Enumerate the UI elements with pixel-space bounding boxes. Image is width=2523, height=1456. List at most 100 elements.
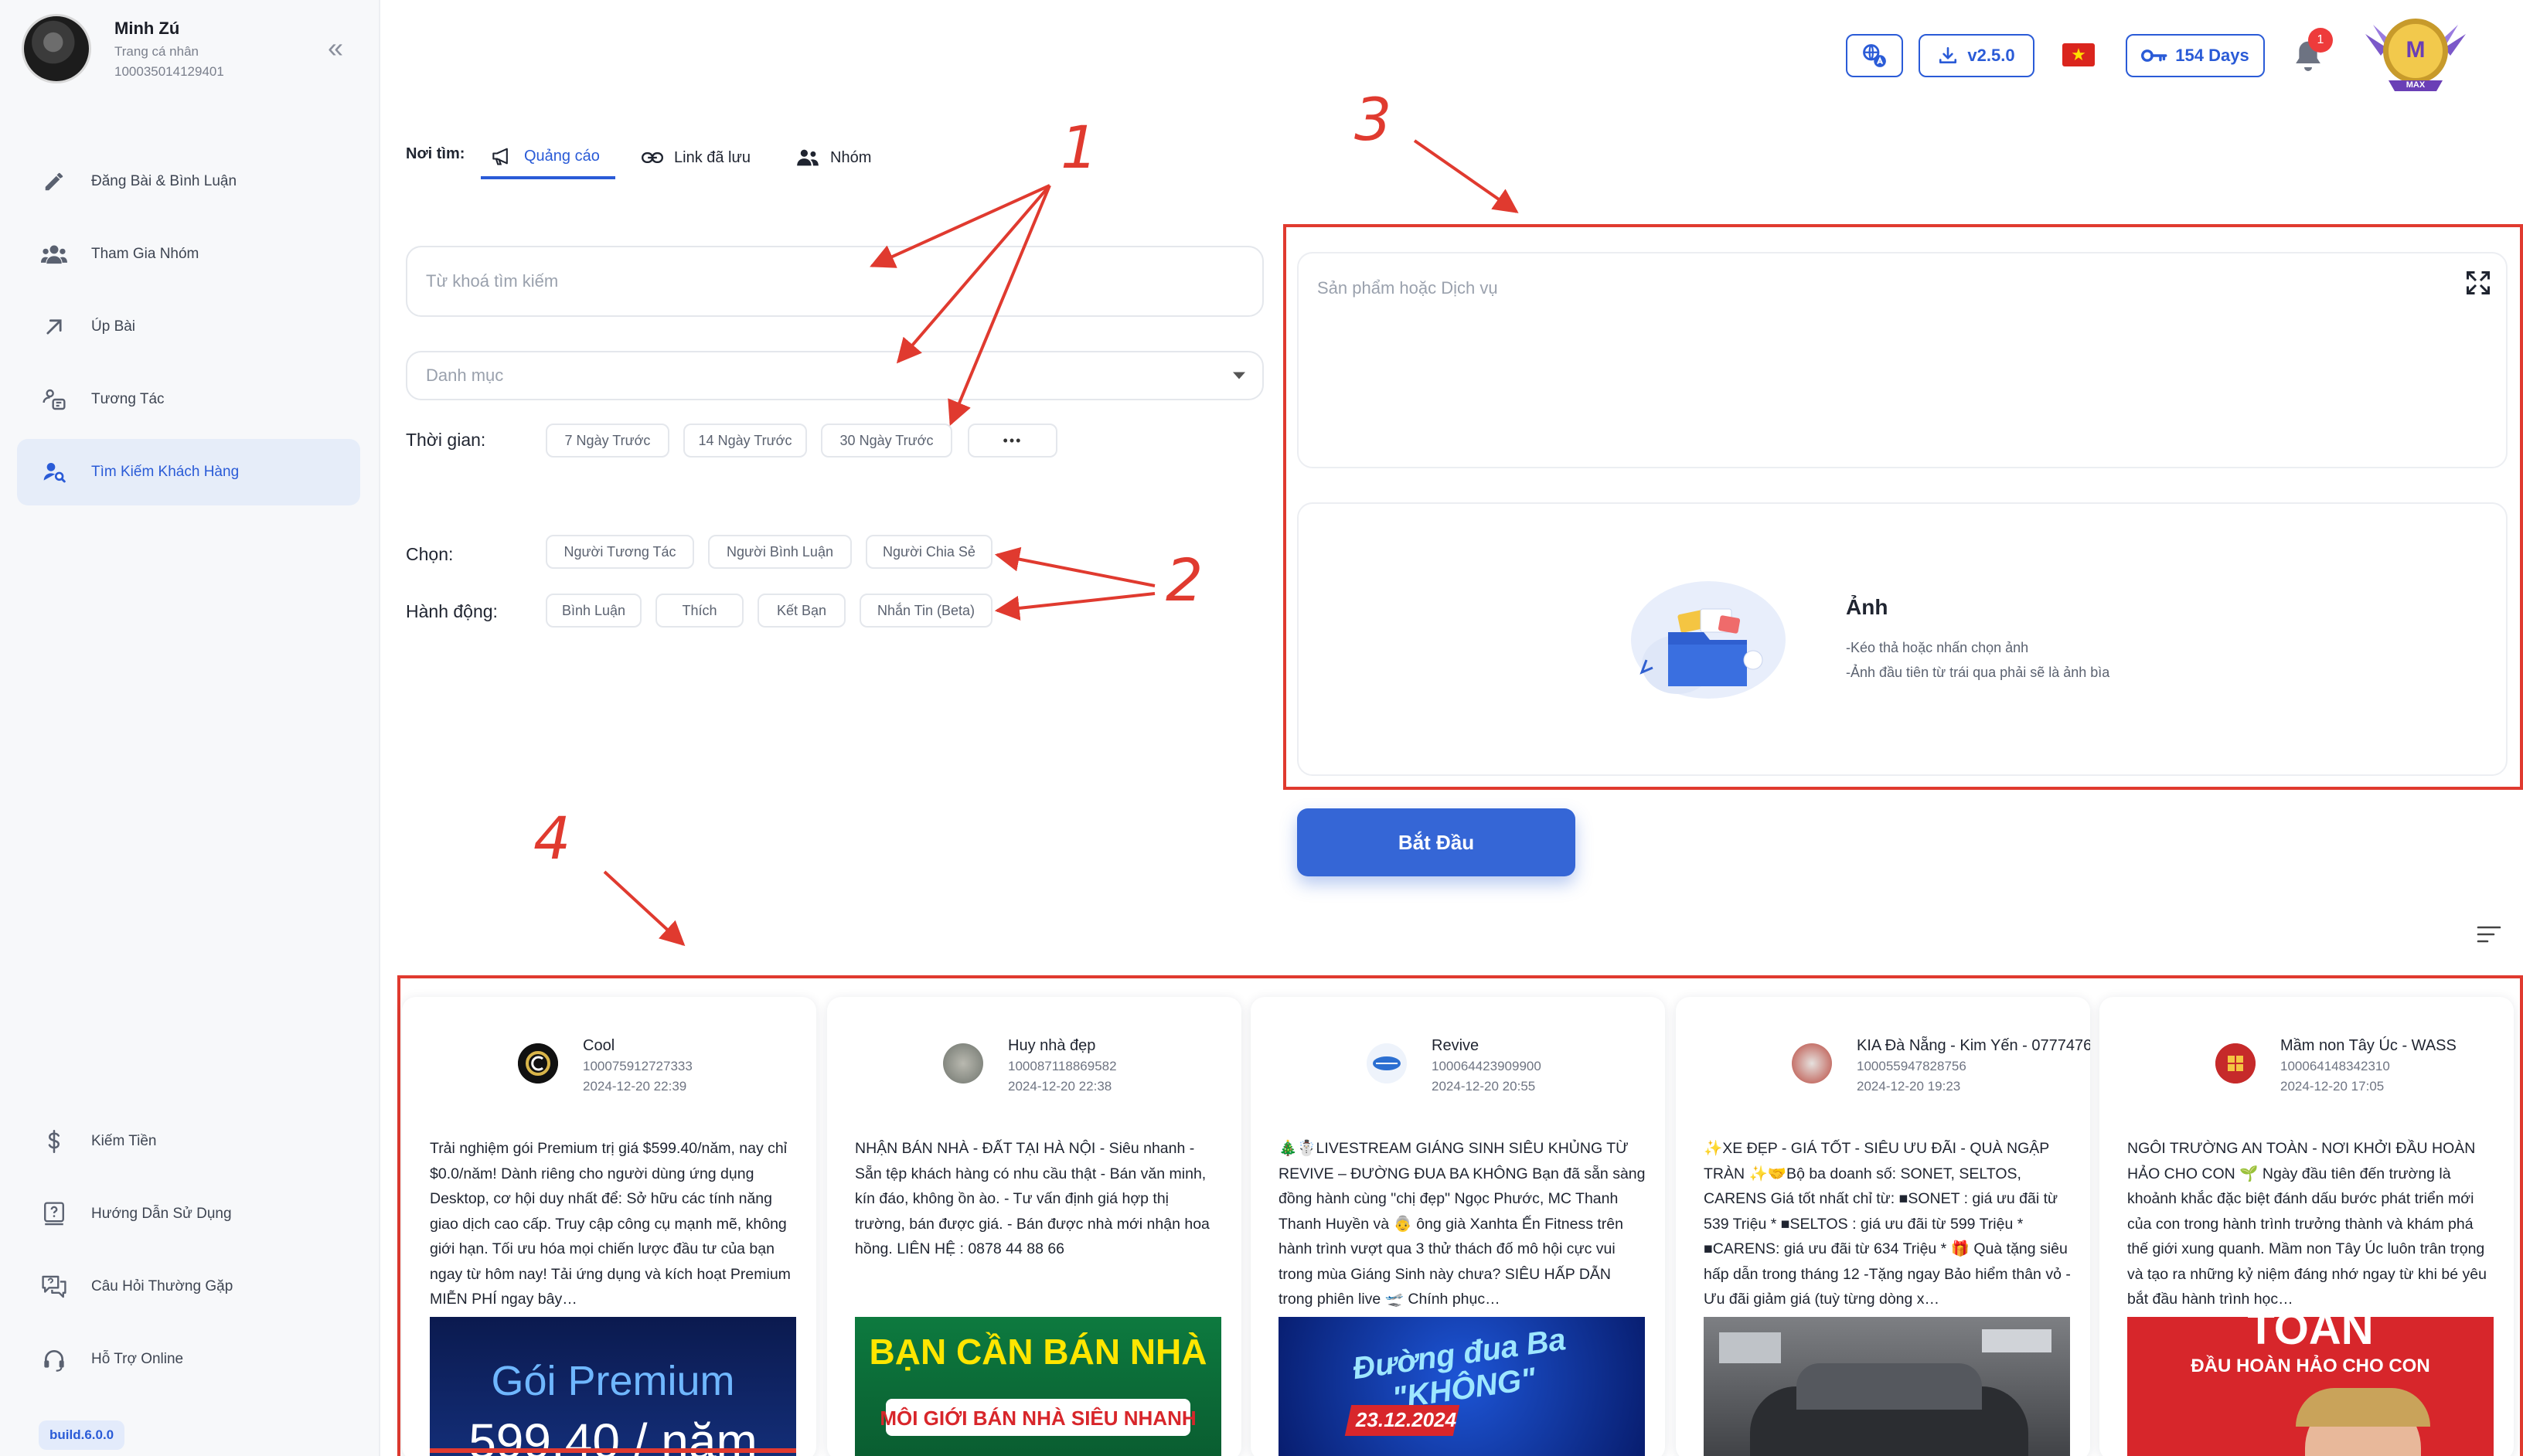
- translate-button[interactable]: [1846, 34, 1903, 77]
- faq-icon: [37, 1270, 71, 1304]
- author-id: 100064148342310: [2280, 1059, 2390, 1073]
- post-date: 2024-12-20 19:23: [1857, 1079, 1961, 1094]
- action-option-comment[interactable]: Bình Luận: [546, 594, 642, 628]
- tab-nhom[interactable]: Nhóm: [796, 136, 871, 179]
- key-icon: [2141, 49, 2167, 62]
- collapse-sidebar-icon[interactable]: «: [328, 34, 343, 62]
- medal-label: MAX: [2406, 80, 2426, 90]
- translate-icon: [1863, 44, 1886, 67]
- sidebar-item-label: Kiếm Tiền: [91, 1133, 157, 1149]
- annotation-label-3: 3: [1354, 85, 1392, 154]
- expand-icon[interactable]: [2464, 269, 2492, 297]
- product-service-textarea[interactable]: Sản phẩm hoặc Dịch vụ: [1297, 252, 2508, 468]
- post-text: ✨XE ĐẸP - GIÁ TỐT - SIÊU ƯU ĐÃI - QUÀ NG…: [1704, 1140, 2071, 1308]
- tab-label: Nhóm: [830, 148, 872, 166]
- app-root: Minh Zú Trang cá nhân 100035014129401 « …: [0, 0, 2523, 1456]
- post-date: 2024-12-20 17:05: [2280, 1079, 2385, 1094]
- post-image-title: BẠN CẦN BÁN NHÀ: [869, 1332, 1207, 1372]
- time-more-options-button[interactable]: •••: [968, 424, 1057, 458]
- sidebar-item-tim-kiem-khach-hang[interactable]: Tìm Kiếm Khách Hàng: [17, 439, 360, 505]
- time-option-14-days[interactable]: 14 Ngày Trước: [683, 424, 807, 458]
- post-card[interactable]: Revive 100064423909900 2024-12-20 20:55 …: [1251, 997, 1665, 1456]
- arrow-up-right-icon: [37, 310, 71, 344]
- post-image: TOÀN ĐẦU HOÀN HẢO CHO CON: [2127, 1317, 2494, 1456]
- avatar: [1792, 1043, 1832, 1083]
- post-text: NHẬN BÁN NHÀ - ĐẤT TẠI HÀ NỘI - Siêu nha…: [855, 1140, 1210, 1257]
- post-card[interactable]: Mầm non Tây Úc - WASS 100064148342310 20…: [2099, 997, 2514, 1456]
- post-image: Đường đua Ba "KHÔNG" 23.12.2024: [1279, 1317, 1645, 1456]
- action-option-like[interactable]: Thích: [655, 594, 744, 628]
- author-name: KIA Đà Nẵng - Kim Yến - 0777476771: [1857, 1037, 2090, 1054]
- sidebar-item-label: Đăng Bài & Bình Luận: [91, 173, 237, 189]
- profile-id: 100035014129401: [114, 63, 224, 79]
- avatar: [518, 1043, 558, 1083]
- author-id: 100075912727333: [583, 1059, 693, 1073]
- avatar: [2215, 1043, 2256, 1083]
- avatar: [1367, 1043, 1407, 1083]
- upload-instruction-2: -Ảnh đầu tiên từ trái qua phải sẽ là ảnh…: [1846, 665, 2110, 680]
- choose-option-commented[interactable]: Người Bình Luận: [708, 535, 852, 569]
- sidebar-item-kiem-tien[interactable]: Kiếm Tiền: [17, 1108, 360, 1175]
- post-card[interactable]: Huy nhà đẹp 100087118869582 2024-12-20 2…: [827, 997, 1241, 1456]
- headset-icon: [37, 1342, 71, 1376]
- post-text: NGÔI TRƯỜNG AN TOÀN - NƠI KHỞI ĐẦU HOÀN …: [2127, 1140, 2487, 1308]
- group-icon: [797, 149, 819, 166]
- keyword-search-input[interactable]: Từ khoá tìm kiếm: [406, 246, 1264, 317]
- license-days-label: 154 Days: [2175, 46, 2249, 65]
- chevron-down-icon: [1233, 372, 1245, 379]
- vietnam-flag-icon[interactable]: ★: [2062, 43, 2095, 66]
- author-name: Mầm non Tây Úc - WASS: [2280, 1037, 2457, 1054]
- upload-title: Ảnh: [1846, 595, 1888, 619]
- action-label: Hành động:: [406, 601, 498, 621]
- category-select[interactable]: Danh mục: [406, 351, 1264, 400]
- tab-label: Quảng cáo: [524, 147, 600, 165]
- profile[interactable]: Minh Zú Trang cá nhân 100035014129401: [22, 14, 224, 83]
- tab-quang-cao[interactable]: Quảng cáo: [481, 136, 615, 179]
- post-date: 2024-12-20 20:55: [1432, 1079, 1536, 1094]
- sidebar-item-label: Hỗ Trợ Online: [91, 1351, 184, 1367]
- sidebar-item-label: Tương Tác: [91, 391, 165, 407]
- time-option-30-days[interactable]: 30 Ngày Trước: [821, 424, 952, 458]
- interaction-icon: [37, 383, 71, 417]
- annotation-label-2: 2: [1166, 546, 1204, 614]
- sidebar-item-dang-bai[interactable]: Đăng Bài & Bình Luận: [17, 148, 360, 215]
- sidebar: Minh Zú Trang cá nhân 100035014129401 « …: [0, 0, 380, 1456]
- action-option-message[interactable]: Nhắn Tin (Beta): [860, 594, 993, 628]
- annotation-label-1: 1: [1061, 113, 1098, 182]
- time-option-7-days[interactable]: 7 Ngày Trước: [546, 424, 669, 458]
- post-image: BẠN CẦN BÁN NHÀ MÔI GIỚI BÁN NHÀ SIÊU NH…: [855, 1317, 1221, 1456]
- search-location-label: Nơi tìm:: [406, 145, 465, 162]
- megaphone-icon: [492, 148, 508, 165]
- product-placeholder: Sản phẩm hoặc Dịch vụ: [1317, 278, 1498, 298]
- post-image-title: TOÀN: [2247, 1317, 2374, 1354]
- tab-link-da-luu[interactable]: Link đã lưu: [642, 136, 751, 179]
- post-date: 2024-12-20 22:39: [583, 1079, 687, 1094]
- action-option-add-friend[interactable]: Kết Bạn: [758, 594, 846, 628]
- max-rank-medal[interactable]: M MAX: [2358, 11, 2474, 97]
- sidebar-item-tham-gia-nhom[interactable]: Tham Gia Nhóm: [17, 221, 360, 287]
- choose-option-shared[interactable]: Người Chia Sẻ: [866, 535, 993, 569]
- sidebar-item-huong-dan[interactable]: Hướng Dẫn Sử Dụng: [17, 1181, 360, 1247]
- dollar-icon: [37, 1124, 71, 1158]
- sidebar-item-ho-tro[interactable]: Hỗ Trợ Online: [17, 1326, 360, 1393]
- sidebar-item-tuong-tac[interactable]: Tương Tác: [17, 366, 360, 433]
- image-upload-dropzone[interactable]: Ảnh -Kéo thả hoặc nhấn chọn ảnh -Ảnh đầu…: [1297, 502, 2508, 776]
- sidebar-item-up-bai[interactable]: Úp Bài: [17, 294, 360, 360]
- profile-info: Minh Zú Trang cá nhân 100035014129401: [114, 19, 224, 80]
- start-button[interactable]: Bắt Đầu: [1297, 808, 1575, 876]
- users-icon: [37, 237, 71, 271]
- post-image-title: Gói Premium: [491, 1358, 735, 1404]
- sidebar-item-cau-hoi[interactable]: Câu Hỏi Thường Gặp: [17, 1254, 360, 1320]
- sort-icon[interactable]: [2477, 924, 2501, 944]
- download-version-button[interactable]: v2.5.0: [1919, 34, 2034, 77]
- post-card[interactable]: Cool 100075912727333 2024-12-20 22:39 Tr…: [402, 997, 816, 1456]
- pencil-icon: [37, 165, 71, 199]
- choose-option-interacted[interactable]: Người Tương Tác: [546, 535, 694, 569]
- post-card[interactable]: KIA Đà Nẵng - Kim Yến - 0777476771 10005…: [1676, 997, 2090, 1456]
- choose-label: Chọn:: [406, 544, 454, 564]
- sidebar-item-label: Tham Gia Nhóm: [91, 246, 199, 262]
- link-icon: [642, 152, 663, 163]
- annotation-label-4: 4: [533, 804, 571, 873]
- license-days-button[interactable]: 154 Days: [2126, 34, 2265, 77]
- medal-letter: M: [2406, 37, 2426, 63]
